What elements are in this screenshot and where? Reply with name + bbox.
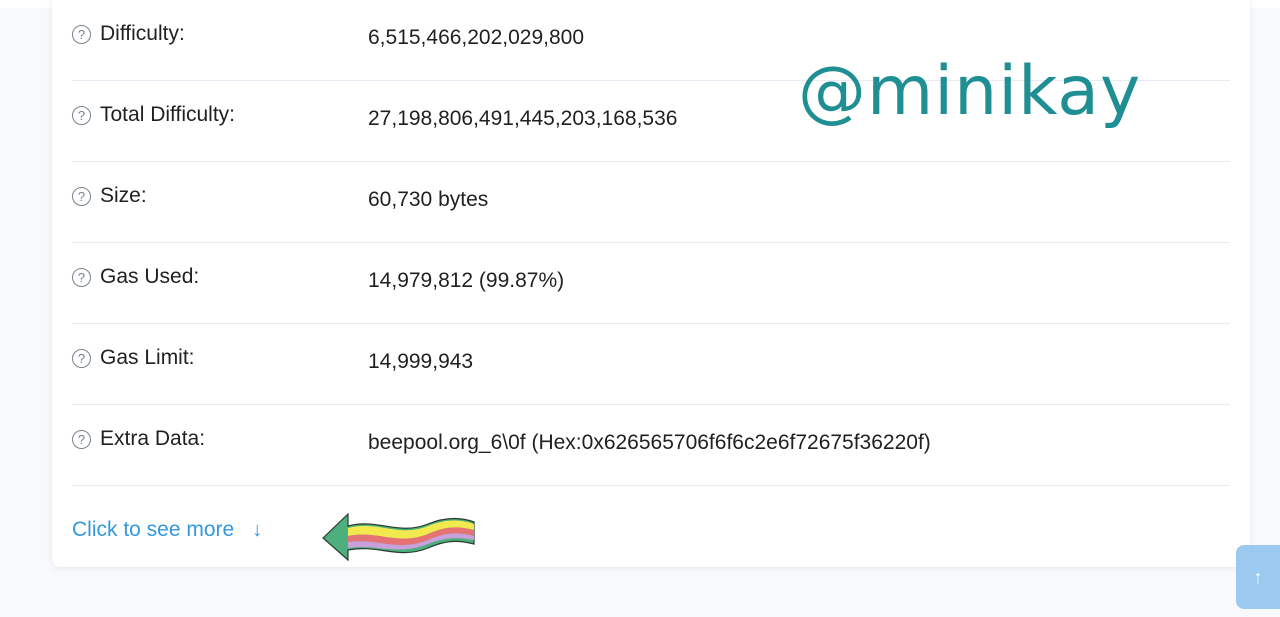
gas-limit-value: 14,999,943 [368,350,474,373]
total-difficulty-value: 27,198,806,491,445,203,168,536 [368,107,678,130]
row-label: ? Extra Data: [72,427,205,451]
difficulty-value: 6,515,466,202,029,800 [368,26,585,49]
size-value: 60,730 bytes [368,188,489,211]
question-circle-icon[interactable]: ? [72,105,91,125]
extra-data-value: beepool.org_6\0f (Hex:0x626565706f6f6c2e… [368,431,931,454]
row-extra-data: ? Extra Data: beepool.org_6\0f (Hex:0x62… [72,405,1230,486]
question-circle-icon[interactable]: ? [72,348,91,368]
see-more-label: Click to see more [72,518,235,541]
question-circle-icon[interactable]: ? [72,186,91,206]
question-circle-icon[interactable]: ? [72,429,91,449]
row-label: ? Gas Limit: [72,346,195,370]
row-size: ? Size: 60,730 bytes [72,162,1230,243]
gas-used-label: Gas Used: [100,265,200,288]
difficulty-label: Difficulty: [100,22,185,45]
total-difficulty-label: Total Difficulty: [100,103,235,126]
row-gas-used: ? Gas Used: 14,979,812 (99.87%) [72,243,1230,324]
watermark-text: @minikay [798,52,1142,131]
row-label: ? Total Difficulty: [72,103,235,127]
gas-limit-label: Gas Limit: [100,346,195,369]
size-label: Size: [100,184,147,207]
row-label: ? Gas Used: [72,265,199,289]
row-label: ? Size: [72,184,147,208]
rainbow-arrow-icon [322,512,475,562]
question-circle-icon[interactable]: ? [72,24,91,44]
row-gas-limit: ? Gas Limit: 14,999,943 [72,324,1230,405]
arrow-up-icon: ↑ [1253,566,1263,587]
arrow-down-icon: ↓ [252,518,263,541]
scroll-to-top-button[interactable]: ↑ [1236,545,1280,609]
row-label: ? Difficulty: [72,22,185,46]
extra-data-label: Extra Data: [100,427,206,450]
question-circle-icon[interactable]: ? [72,267,91,287]
gas-used-value: 14,979,812 (99.87%) [368,269,565,292]
see-more-link[interactable]: Click to see more ↓ [72,518,262,542]
